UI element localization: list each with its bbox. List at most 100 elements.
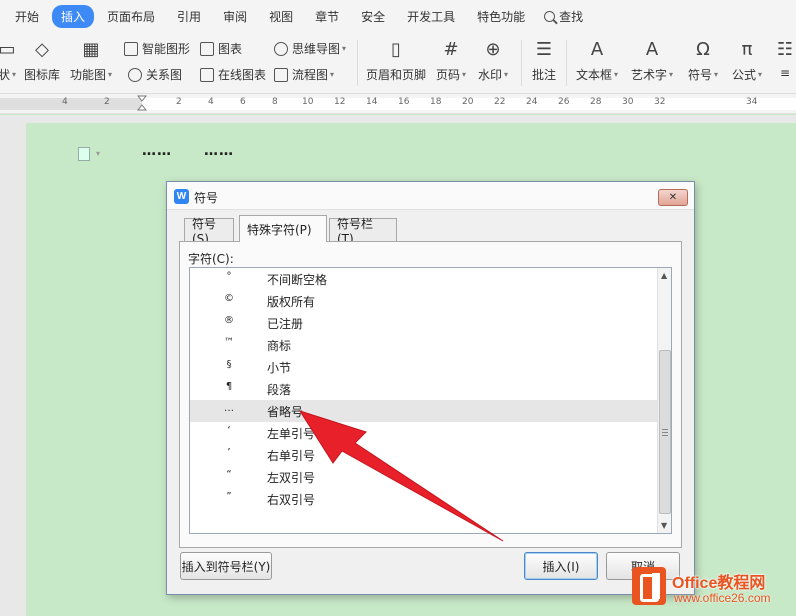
- wordart-icon: A: [645, 38, 659, 60]
- tab-symbol-bar[interactable]: 符号栏(T): [329, 217, 397, 246]
- textbox-button[interactable]: A 文本框 ▾: [576, 36, 618, 83]
- menu-references[interactable]: 引用: [168, 5, 210, 28]
- chart-button[interactable]: 图表: [200, 40, 242, 57]
- list-item[interactable]: “ 左双引号: [190, 466, 657, 488]
- insert-button[interactable]: 插入(I): [524, 552, 598, 580]
- list-item-selected[interactable]: … 省略号: [190, 400, 657, 422]
- comment-button[interactable]: ☰ 批注: [531, 36, 557, 83]
- row-name: 商标: [267, 339, 292, 353]
- list-item[interactable]: ™ 商标: [190, 334, 657, 356]
- ruler-number: 22: [494, 97, 506, 107]
- menu-review[interactable]: 审阅: [214, 5, 256, 28]
- wordart-label: 艺术字: [631, 68, 668, 82]
- comment-label: 批注: [531, 68, 556, 82]
- shape-label: 状: [0, 68, 10, 82]
- watermark-label: 水印: [478, 68, 503, 82]
- close-button[interactable]: ✕: [658, 189, 688, 206]
- menu-view[interactable]: 视图: [260, 5, 302, 28]
- document-paste-icon[interactable]: [78, 147, 90, 161]
- character-list[interactable]: ° 不间断空格 © 版权所有 ® 已注册 ™ 商标 § 小节 ¶ 段落 … 省略…: [189, 267, 672, 534]
- scroll-up-icon[interactable]: ▲: [661, 271, 667, 280]
- ruler-number: 34: [746, 97, 758, 107]
- list-item[interactable]: ¶ 段落: [190, 378, 657, 400]
- row-symbol: §: [226, 359, 232, 370]
- office-logo-icon: [632, 567, 666, 605]
- indent-marker-icon[interactable]: [137, 95, 147, 112]
- list-item[interactable]: ’ 右单引号: [190, 444, 657, 466]
- list-item[interactable]: © 版权所有: [190, 290, 657, 312]
- wordart-button[interactable]: A 艺术字 ▾: [631, 36, 673, 83]
- dialog-titlebar[interactable]: W 符号 ✕: [167, 182, 694, 210]
- character-list-label: 字符(C):: [188, 252, 234, 266]
- row-symbol: ”: [226, 491, 232, 502]
- ribbon-separator: [566, 40, 567, 86]
- online-chart-button[interactable]: 在线图表: [200, 66, 266, 83]
- watermark-url: www.office26.com: [674, 591, 771, 605]
- list-item[interactable]: ® 已注册: [190, 312, 657, 334]
- menu-features[interactable]: 特色功能: [468, 5, 534, 28]
- menu-security[interactable]: 安全: [352, 5, 394, 28]
- menu-chapter[interactable]: 章节: [306, 5, 348, 28]
- ruler-number: 18: [430, 97, 442, 107]
- list-item[interactable]: ‘ 左单引号: [190, 422, 657, 444]
- page-number-button[interactable]: # 页码 ▾: [436, 36, 466, 83]
- ruler-number: 16: [398, 97, 410, 107]
- ruler-number: 6: [240, 97, 246, 107]
- flow-chart-icon: [274, 67, 288, 82]
- scroll-grip-icon: [662, 429, 668, 430]
- flow-chart-button[interactable]: 流程图 ▾: [274, 66, 334, 83]
- function-chart-button[interactable]: ▦ 功能图 ▾: [70, 36, 112, 83]
- symbol-omega-icon: Ω: [696, 38, 710, 60]
- menu-page-layout[interactable]: 页面布局: [98, 5, 164, 28]
- row-symbol: ™: [224, 337, 234, 348]
- menu-home[interactable]: 开始: [6, 5, 48, 28]
- menu-developer[interactable]: 开发工具: [398, 5, 464, 28]
- menu-insert[interactable]: 插入: [52, 4, 95, 28]
- formula-button[interactable]: π 公式 ▾: [732, 36, 762, 83]
- document-ellipsis-text: ……: [204, 143, 234, 159]
- online-chart-label: 在线图表: [218, 68, 267, 82]
- list-scrollbar[interactable]: ▲ ▼: [657, 268, 671, 533]
- menu-search[interactable]: 查找: [538, 5, 589, 28]
- horizontal-ruler[interactable]: 4 2 2 4 6 8 10 12 14 16 18 20 22 24 26 2…: [0, 94, 796, 114]
- list-item[interactable]: § 小节: [190, 356, 657, 378]
- header-footer-button[interactable]: ▯ 页眉和页脚: [366, 36, 426, 83]
- scroll-grip-icon: [662, 435, 668, 436]
- formula-label: 公式: [732, 68, 757, 82]
- smart-shape-button[interactable]: 智能图形: [124, 40, 190, 57]
- row-name: 右单引号: [267, 449, 316, 463]
- icon-library-icon: ◇: [35, 38, 49, 60]
- tab-special-characters[interactable]: 特殊字符(P): [239, 215, 327, 242]
- scroll-thumb[interactable]: [659, 350, 671, 514]
- symbol-dialog: W 符号 ✕ 符号(S) 特殊字符(P) 符号栏(T) 字符(C): ° 不间断…: [166, 181, 695, 595]
- textbox-label: 文本框: [576, 68, 613, 82]
- mind-map-label: 思维导图: [292, 42, 341, 56]
- scroll-down-icon[interactable]: ▼: [661, 521, 667, 530]
- shape-button[interactable]: ▭ 状 ▾: [0, 36, 20, 83]
- insert-to-symbol-bar-button[interactable]: 插入到符号栏(Y): [180, 552, 272, 580]
- icon-library-button[interactable]: ◇ 图标库: [24, 36, 60, 83]
- ruler-number: 10: [302, 97, 314, 107]
- watermark-button[interactable]: ⊕ 水印 ▾: [478, 36, 508, 83]
- ruler-number: 20: [462, 97, 474, 107]
- symbol-button[interactable]: Ω 符号 ▾: [688, 36, 718, 83]
- list-item[interactable]: ° 不间断空格: [190, 268, 657, 290]
- row-symbol: ¶: [225, 381, 233, 392]
- list-item[interactable]: ” 右双引号: [190, 488, 657, 510]
- function-chart-icon: ▦: [82, 38, 100, 60]
- ruler-number: 2: [176, 97, 182, 107]
- paste-caret-icon[interactable]: ▾: [96, 149, 100, 158]
- more-button[interactable]: ☷ ≡: [772, 36, 796, 81]
- textbox-icon: A: [590, 38, 604, 60]
- smart-shape-icon: [124, 41, 138, 56]
- ruler-number: 32: [654, 97, 666, 107]
- relation-chart-button[interactable]: 关系图: [128, 66, 182, 83]
- tab-symbol[interactable]: 符号(S): [184, 217, 234, 246]
- mind-map-button[interactable]: 思维导图 ▾: [274, 40, 346, 57]
- ruler-number: 14: [366, 97, 378, 107]
- row-name: 不间断空格: [267, 273, 328, 287]
- watermark-title: Office教程网: [672, 575, 766, 592]
- mind-map-caret-icon: ▾: [342, 44, 347, 53]
- ruler-number: 2: [104, 97, 110, 107]
- numbering-icon: ☷: [776, 38, 794, 60]
